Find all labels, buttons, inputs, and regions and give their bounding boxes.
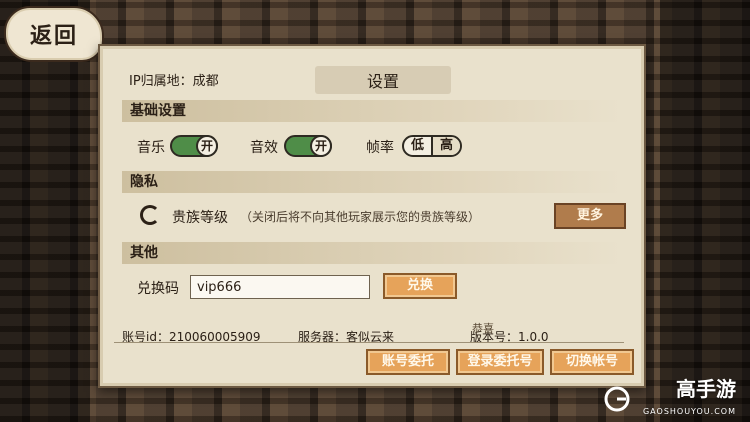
redeem-code-input[interactable]	[190, 275, 370, 299]
ip-location: IP归属地：成都	[129, 74, 219, 89]
gaoshouyou-logo-icon	[604, 386, 630, 412]
settings-panel: IP归属地：成都 设置 基础设置 音乐 开 音效 开 帧率 低 高 隐私 贵族等…	[98, 44, 646, 388]
section-other: 其他	[122, 242, 622, 264]
music-toggle[interactable]: 开	[170, 135, 218, 157]
login-entrust-button[interactable]: 登录委托号	[456, 349, 544, 375]
footer-divider	[114, 342, 624, 343]
redeem-button[interactable]: 兑换	[383, 273, 457, 299]
sfx-toggle[interactable]: 开	[284, 135, 332, 157]
back-button[interactable]: 返回	[4, 6, 104, 62]
fps-label: 帧率	[366, 140, 394, 156]
fps-selector[interactable]: 低 高	[402, 135, 462, 157]
more-button[interactable]: 更多	[554, 203, 626, 229]
section-privacy: 隐私	[122, 171, 622, 193]
sfx-label: 音效	[250, 140, 278, 156]
section-basic: 基础设置	[122, 100, 622, 122]
noble-level-label: 贵族等级	[172, 210, 228, 226]
music-label: 音乐	[137, 140, 165, 156]
noble-toggle-icon[interactable]	[140, 205, 160, 225]
sfx-toggle-knob: 开	[310, 135, 332, 157]
overlay-text: 恭喜	[472, 322, 494, 335]
back-label: 返回	[29, 23, 78, 49]
page-title: 设置	[315, 66, 451, 94]
noble-level-note: （关闭后将不向其他玩家展示您的贵族等级）	[240, 210, 481, 224]
switch-account-button[interactable]: 切换帐号	[550, 349, 634, 375]
music-toggle-knob: 开	[196, 135, 218, 157]
fps-high-option[interactable]: 高	[431, 137, 460, 155]
watermark-domain: GAOSHOUYOU.COM	[642, 407, 736, 416]
redeem-code-label: 兑换码	[137, 281, 179, 297]
watermark-name: 高手游	[676, 377, 736, 401]
account-entrust-button[interactable]: 账号委托	[366, 349, 450, 375]
fps-low-option[interactable]: 低	[404, 137, 431, 155]
